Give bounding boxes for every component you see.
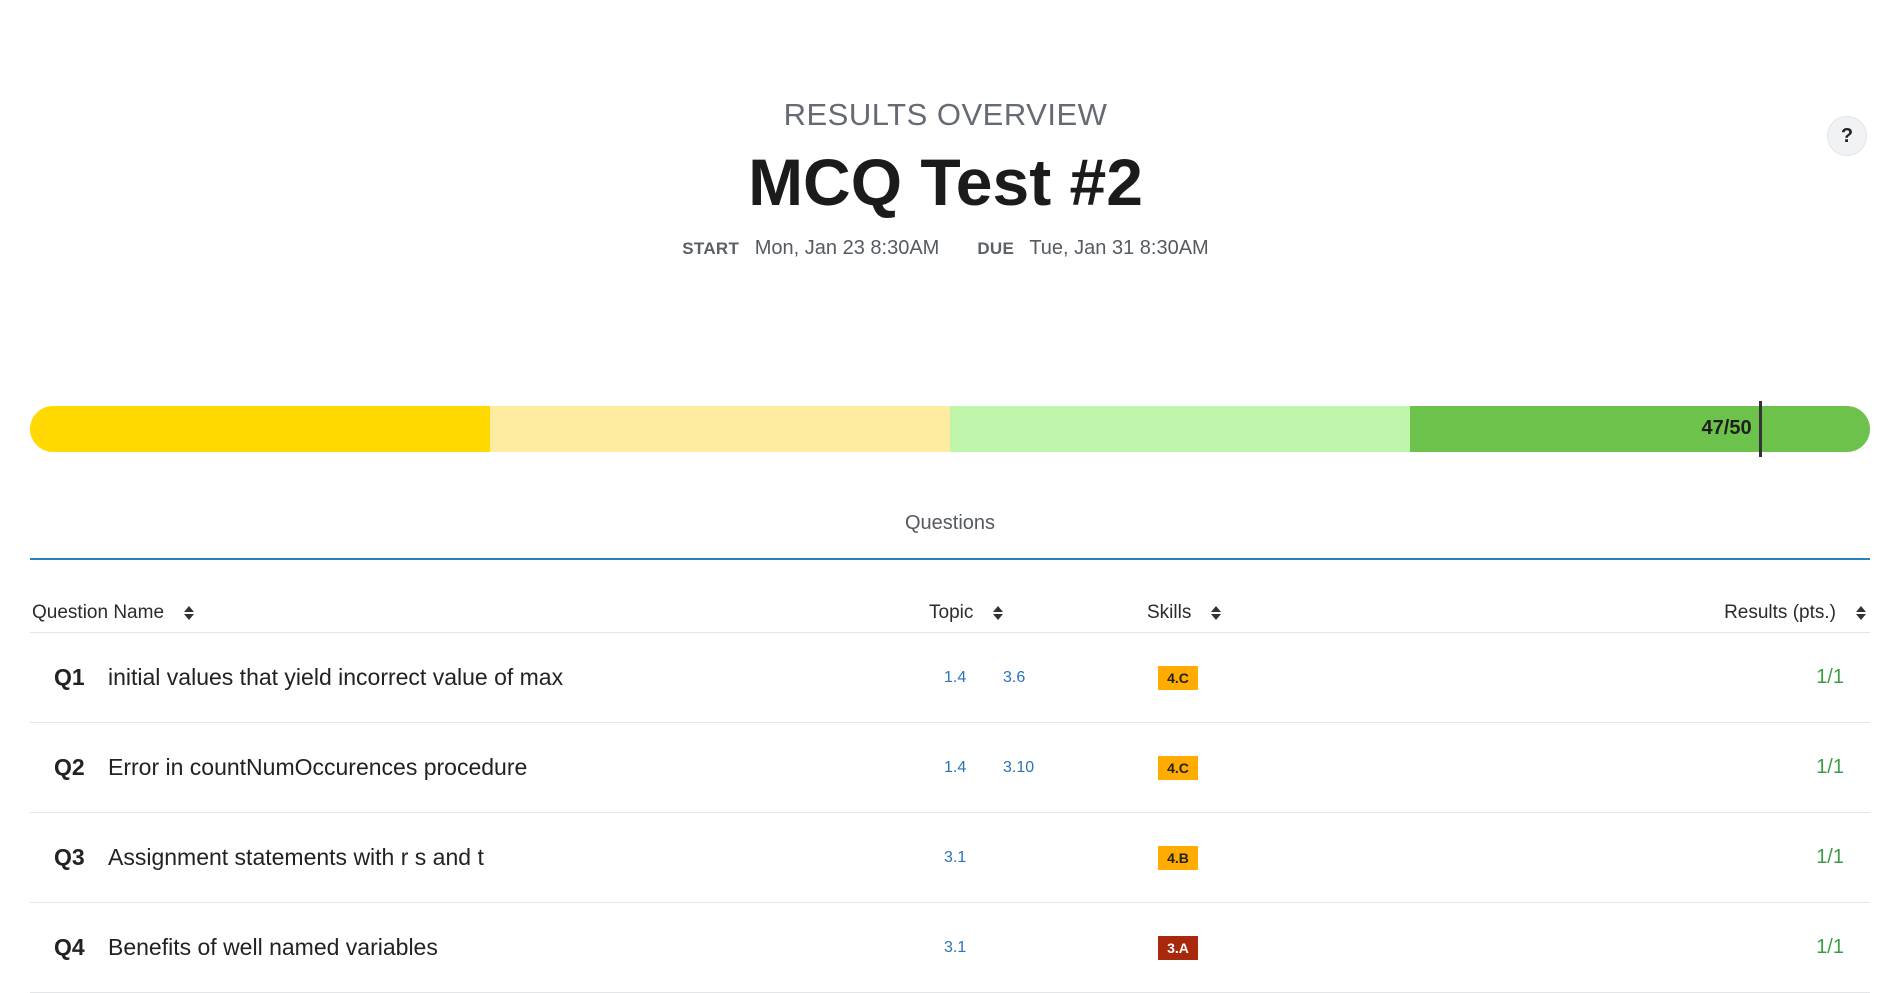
column-label: Topic <box>929 602 974 623</box>
column-header-results[interactable]: Results (pts.) <box>1724 602 1866 624</box>
question-number: Q2 <box>54 754 85 780</box>
column-header-topic[interactable]: Topic <box>929 602 1004 624</box>
start-label: START <box>682 239 740 258</box>
page-overline: RESULTS OVERVIEW <box>783 97 1108 132</box>
question-name: Error in countNumOccurences procedure <box>108 754 528 780</box>
tab-bar: Questions <box>30 498 1870 560</box>
column-header-question-name[interactable]: Question Name <box>32 602 195 624</box>
due-value: Tue, Jan 31 8:30AM <box>1029 237 1209 259</box>
help-button[interactable]: ? <box>1827 116 1867 156</box>
question-number: Q4 <box>54 934 85 960</box>
skill-cell: 4.C <box>1158 723 1198 812</box>
question-number: Q1 <box>54 664 85 690</box>
skill-badge: 4.C <box>1158 665 1198 690</box>
sort-icon <box>1211 606 1222 620</box>
column-label: Results (pts.) <box>1724 602 1836 623</box>
topic-link[interactable]: 3.10 <box>1003 723 1034 812</box>
table-row[interactable]: Q2 Error in countNumOccurences procedure… <box>30 723 1870 813</box>
result-points: 1/1 <box>1816 666 1844 688</box>
result-points: 1/1 <box>1816 936 1844 958</box>
table-row[interactable]: Q1 initial values that yield incorrect v… <box>30 633 1870 723</box>
page-header: RESULTS OVERVIEW MCQ Test #2 START Mon, … <box>0 98 1891 261</box>
skill-badge: 3.A <box>1158 935 1198 960</box>
result-points: 1/1 <box>1816 756 1844 778</box>
topic-link[interactable]: 3.6 <box>1003 633 1025 722</box>
score-band-2 <box>490 406 950 452</box>
skill-badge: 4.B <box>1158 845 1198 870</box>
result-points: 1/1 <box>1816 846 1844 868</box>
topic-link[interactable]: 3.1 <box>944 813 966 902</box>
tab-questions[interactable]: Questions <box>905 498 995 535</box>
table-row[interactable]: Q4 Benefits of well named variables 3.1 … <box>30 903 1870 993</box>
sort-icon <box>184 606 195 620</box>
question-name: initial values that yield incorrect valu… <box>108 664 564 690</box>
skill-badge: 4.C <box>1158 755 1198 780</box>
score-band-3 <box>950 406 1410 452</box>
skill-cell: 4.B <box>1158 813 1198 902</box>
question-name: Assignment statements with r s and t <box>108 844 484 870</box>
due-date: DUE Tue, Jan 31 8:30AM <box>977 236 1208 261</box>
start-value: Mon, Jan 23 8:30AM <box>754 237 940 259</box>
score-progress-bar <box>30 406 1870 452</box>
topic-link[interactable]: 3.1 <box>944 903 966 992</box>
table-header: Question Name Topic Skills Results (pts.… <box>30 598 1870 633</box>
question-name: Benefits of well named variables <box>108 934 438 960</box>
score-text: 47/50 <box>1701 417 1752 439</box>
questions-table: Question Name Topic Skills Results (pts.… <box>30 598 1870 993</box>
question-number: Q3 <box>54 844 85 870</box>
score-band-1 <box>30 406 490 452</box>
table-row[interactable]: Q3 Assignment statements with r s and t … <box>30 813 1870 903</box>
due-label: DUE <box>977 239 1015 258</box>
topic-link[interactable]: 1.4 <box>944 723 966 812</box>
start-date: START Mon, Jan 23 8:30AM <box>682 236 939 261</box>
column-header-skills[interactable]: Skills <box>1147 602 1222 624</box>
assignment-dates: START Mon, Jan 23 8:30AM DUE Tue, Jan 31… <box>0 236 1891 261</box>
score-band-4 <box>1410 406 1870 452</box>
score-marker <box>1758 401 1762 457</box>
topic-link[interactable]: 1.4 <box>944 633 966 722</box>
skill-cell: 4.C <box>1158 633 1198 722</box>
column-label: Question Name <box>32 602 165 623</box>
sort-icon <box>993 606 1004 620</box>
column-label: Skills <box>1147 602 1192 623</box>
skill-cell: 3.A <box>1158 903 1198 992</box>
sort-icon <box>1856 606 1866 620</box>
page-title: MCQ Test #2 <box>748 145 1143 219</box>
